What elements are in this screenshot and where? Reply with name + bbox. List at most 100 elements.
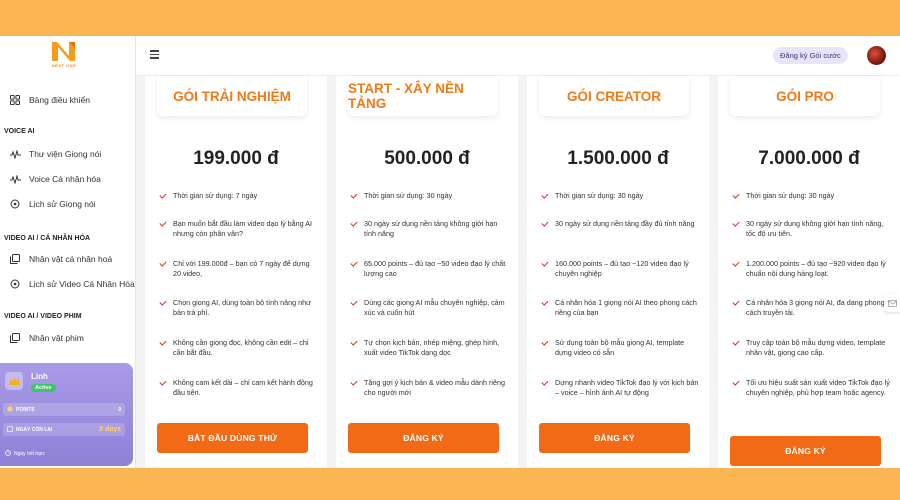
feature-item: 30 ngày sử dụng nền tảng không giới hạn … bbox=[350, 219, 510, 239]
calendar-icon bbox=[6, 425, 14, 434]
app-logo[interactable]: NEXT ONE bbox=[44, 40, 84, 76]
logo-n-icon bbox=[52, 42, 75, 61]
plan-card-trial: GÓI TRẢI NGHIỆM 199.000 đ Thời gian sử d… bbox=[145, 76, 327, 468]
check-icon bbox=[732, 299, 739, 306]
clock-icon bbox=[5, 450, 11, 458]
start-trial-button[interactable]: BẮT ĐẦU DÙNG THỬ bbox=[157, 423, 308, 453]
sidebar-item-dashboard[interactable]: Bảng điều khiển bbox=[0, 90, 136, 110]
waveform-icon bbox=[9, 148, 21, 160]
mail-icon[interactable] bbox=[884, 294, 900, 312]
sidebar-item-personal-character[interactable]: Nhân vật cá nhân hoá bbox=[0, 249, 136, 269]
check-icon bbox=[541, 299, 548, 306]
feature-item: Thời gian sử dụng: 7 ngày bbox=[159, 191, 319, 201]
menu-icon[interactable] bbox=[150, 50, 160, 60]
plan-card-start: START - XÂY NỀN TẢNG 500.000 đ Thời gian… bbox=[336, 76, 518, 468]
register-button[interactable]: ĐĂNG KÝ bbox=[730, 436, 881, 466]
register-plan-button[interactable]: Đăng ký Gói cước bbox=[773, 47, 848, 64]
user-name: Linh bbox=[31, 372, 48, 381]
feature-item: 30 ngày sử dụng không giới hạn tính năng… bbox=[732, 219, 892, 239]
sidebar-item-label: Bảng điều khiển bbox=[29, 95, 90, 105]
history-icon bbox=[9, 198, 21, 210]
check-icon bbox=[350, 339, 357, 346]
copy-icon bbox=[9, 332, 21, 344]
check-icon bbox=[350, 192, 357, 199]
feature-item: Sử dụng toàn bộ mẫu giọng AI, template d… bbox=[541, 338, 701, 358]
grid-icon bbox=[9, 94, 21, 106]
feature-item: Không cần giọng đọc, không cần edit – ch… bbox=[159, 338, 319, 358]
sidebar-item-label: Voice Cá nhân hóa bbox=[29, 174, 101, 184]
feature-item: 65.000 points – đủ tạo ~50 video đạo lý … bbox=[350, 259, 510, 279]
plan-title: GÓI PRO bbox=[730, 76, 880, 116]
check-icon bbox=[159, 299, 166, 306]
sidebar-item-label: Lịch sử Giọng nói bbox=[29, 199, 96, 209]
check-icon bbox=[350, 220, 357, 227]
sidebar-item-film-character[interactable]: Nhân vật phim bbox=[0, 328, 136, 348]
waveform-icon bbox=[9, 173, 21, 185]
sidebar-item-voice-history[interactable]: Lịch sử Giọng nói bbox=[0, 194, 136, 214]
logo-text: NEXT ONE bbox=[51, 63, 77, 68]
section-voice-ai: VOICE AI bbox=[4, 128, 35, 135]
points-row: POINTS 0 bbox=[3, 403, 125, 416]
section-video-film: VIDEO AI / VIDEO PHIM bbox=[4, 313, 82, 320]
feature-item: Truy cập toàn bộ mẫu dựng video, templat… bbox=[732, 338, 892, 358]
feature-item: Dùng các giọng AI mẫu chuyên nghiệp, cảm… bbox=[350, 298, 510, 318]
plan-card-creator: GÓI CREATOR 1.500.000 đ Thời gian sử dụn… bbox=[527, 76, 709, 468]
user-card: Linh Active POINTS 0 NGÀY CÒN LẠI 0 days… bbox=[0, 363, 133, 466]
feature-item: Bạn muốn bắt đầu làm video dạo lý bằng A… bbox=[159, 219, 319, 239]
app-window: NEXT ONE Bảng điều khiển VOICE AI Thư vi… bbox=[0, 36, 900, 468]
feature-item: 160.000 points – đủ tạo ~120 video đạo l… bbox=[541, 259, 701, 279]
page-frame-bottom bbox=[0, 468, 900, 500]
avatar[interactable] bbox=[867, 46, 886, 65]
feature-item: Cá nhân hóa 1 giọng nói AI theo phong cá… bbox=[541, 298, 701, 318]
feature-item: Tối ưu hiệu suất sản xuất video TikTok đ… bbox=[732, 378, 892, 398]
top-header: Đăng ký Gói cước bbox=[136, 36, 900, 76]
plan-title: START - XÂY NỀN TẢNG bbox=[348, 76, 498, 116]
points-icon bbox=[7, 405, 13, 414]
check-icon bbox=[732, 192, 739, 199]
points-value: 0 bbox=[118, 406, 121, 413]
plan-price: 199.000 đ bbox=[193, 148, 279, 169]
crown-icon bbox=[5, 372, 23, 390]
sidebar-item-voice-library[interactable]: Thư viện Giọng nói bbox=[0, 144, 136, 164]
sidebar-item-label: Thư viện Giọng nói bbox=[29, 149, 102, 159]
feature-item: Thời gian sử dụng: 30 ngày bbox=[350, 191, 510, 201]
sidebar-item-label: Lịch sử Video Cá Nhân Hóa bbox=[29, 279, 135, 289]
sidebar: NEXT ONE Bảng điều khiển VOICE AI Thư vi… bbox=[0, 36, 136, 468]
check-icon bbox=[732, 339, 739, 346]
register-button[interactable]: ĐĂNG KÝ bbox=[539, 423, 690, 453]
copy-icon bbox=[9, 253, 21, 265]
check-icon bbox=[732, 379, 739, 386]
feature-item: Chọn giọng AI, dùng toàn bộ tính năng nh… bbox=[159, 298, 319, 318]
plan-price: 7.000.000 đ bbox=[758, 148, 860, 169]
check-icon bbox=[541, 379, 548, 386]
check-icon bbox=[159, 220, 166, 227]
section-video-personal: VIDEO AI / CÁ NHÂN HÓA bbox=[4, 235, 91, 242]
check-icon bbox=[350, 379, 357, 386]
check-icon bbox=[350, 260, 357, 267]
page-frame-top bbox=[0, 0, 900, 36]
register-button[interactable]: ĐĂNG KÝ bbox=[348, 423, 499, 453]
expire-row: Ngày hết hạn: bbox=[5, 450, 45, 458]
feature-item: 30 ngày sử dụng nền tảng đầy đủ tính năn… bbox=[541, 219, 701, 229]
feature-item: Thời gian sử dụng: 30 ngày bbox=[732, 191, 892, 201]
days-label: NGÀY CÒN LẠI bbox=[16, 426, 53, 433]
check-icon bbox=[541, 339, 548, 346]
check-icon bbox=[159, 379, 166, 386]
feature-item: Chỉ với 199.000đ – bạn có 7 ngày để dựng… bbox=[159, 259, 319, 279]
status-badge: Active bbox=[31, 384, 56, 392]
sidebar-item-label: Nhân vật cá nhân hoá bbox=[29, 254, 113, 264]
check-icon bbox=[541, 192, 548, 199]
plan-title: GÓI CREATOR bbox=[539, 76, 689, 116]
feature-item: Dựng nhanh video TikTok đạo lý với kịch … bbox=[541, 378, 701, 398]
history-icon bbox=[9, 278, 21, 290]
sidebar-item-personal-video-history[interactable]: Lịch sử Video Cá Nhân Hóa bbox=[0, 274, 136, 294]
feature-item: 1.200.000 points – đủ tạo ~920 video đạo… bbox=[732, 259, 892, 279]
sidebar-item-label: Nhân vật phim bbox=[29, 333, 84, 343]
feature-item: Tự chọn kịch bản, nhép miệng, ghép hình,… bbox=[350, 338, 510, 358]
plan-price: 1.500.000 đ bbox=[567, 148, 669, 169]
points-label: POINTS bbox=[16, 406, 35, 413]
plan-card-pro: GÓI PRO 7.000.000 đ Thời gian sử dụng: 3… bbox=[718, 76, 900, 468]
sidebar-item-voice-personal[interactable]: Voice Cá nhân hóa bbox=[0, 169, 136, 189]
plan-price: 500.000 đ bbox=[384, 148, 470, 169]
check-icon bbox=[159, 260, 166, 267]
